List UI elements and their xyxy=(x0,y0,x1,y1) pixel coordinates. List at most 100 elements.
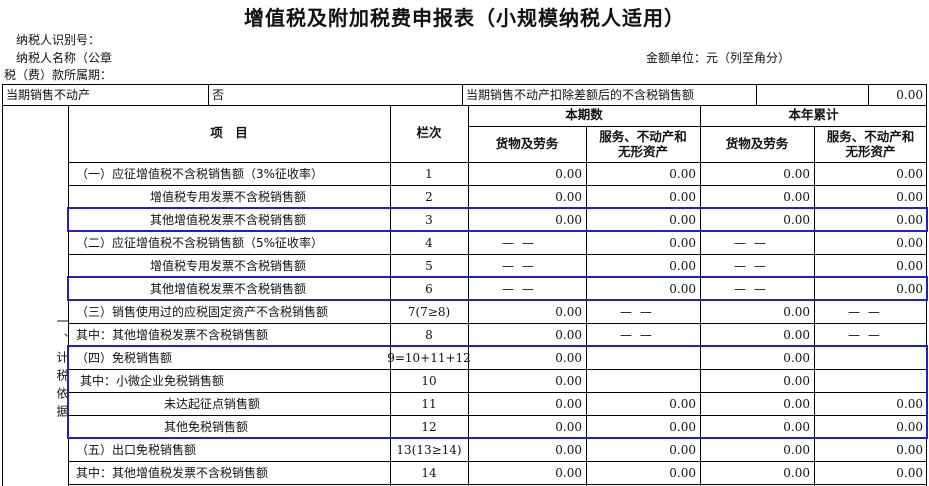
row-value-c1[interactable]: 0.00 xyxy=(468,162,586,185)
row-value-c2[interactable] xyxy=(586,369,700,392)
row-value-c3[interactable]: 0.00 xyxy=(700,185,814,208)
row-value-c2[interactable]: 0.00 xyxy=(586,277,700,300)
grid-line xyxy=(68,369,927,370)
row-value-c2[interactable]: 0.00 xyxy=(586,392,700,415)
row-label: 未达起征点销售额 xyxy=(164,396,261,411)
row-value-c3[interactable]: 0.00 xyxy=(700,461,814,484)
row-value-c1[interactable]: 0.00 xyxy=(468,438,586,461)
header-ytd: 本年累计 xyxy=(788,107,839,123)
grid-line xyxy=(468,126,927,127)
row-label: 其中：其他增值税发票不含税销售额 xyxy=(76,327,269,342)
grid-line xyxy=(2,84,3,486)
grid-line xyxy=(68,392,927,393)
row-value-c4[interactable]: 0.00 xyxy=(814,162,927,185)
row-value-c1[interactable]: 0.00 xyxy=(468,323,586,346)
row-value-c3[interactable]: 0.00 xyxy=(700,346,814,369)
row-value-c3[interactable]: 0.00 xyxy=(700,415,814,438)
row-value-c2: — — xyxy=(620,304,654,319)
row-value-c1[interactable]: 0.00 xyxy=(468,300,586,323)
grid-line xyxy=(68,300,927,301)
grid-line xyxy=(68,461,927,462)
row-value-c4[interactable]: 0.00 xyxy=(814,392,927,415)
row-value-c4[interactable]: 0.00 xyxy=(814,208,927,231)
grid-line xyxy=(814,126,815,486)
row-col-number: 8 xyxy=(425,327,433,342)
taxpayer-name-label: 纳税人名称（公章 xyxy=(16,51,113,65)
row-value-c2[interactable]: 0.00 xyxy=(586,461,700,484)
row-col-number: 14 xyxy=(421,465,437,480)
row-label: 其中：小微企业免税销售额 xyxy=(80,373,225,388)
row-value-c4[interactable]: 0.00 xyxy=(814,461,927,484)
row-label: （一）应征增值税不含税销售额（3%征收率） xyxy=(76,166,324,181)
row-value-c1[interactable]: 0.00 xyxy=(468,461,586,484)
row-col-number: 2 xyxy=(425,189,433,204)
row-value-c4[interactable]: 0.00 xyxy=(814,277,927,300)
row-col-number: 13(13≥14) xyxy=(396,442,462,457)
row-value-c4: — — xyxy=(848,304,882,319)
grid-line xyxy=(68,415,927,416)
grid-line xyxy=(926,84,927,486)
grid-line xyxy=(462,84,463,105)
realestate-value[interactable]: 否 xyxy=(208,85,462,105)
row-value-c2[interactable]: 0.00 xyxy=(586,438,700,461)
row-value-c3[interactable]: 0.00 xyxy=(700,300,814,323)
row-value-c4[interactable]: 0.00 xyxy=(814,415,927,438)
header-services-line1: 服务、不动产和 xyxy=(599,129,687,144)
row-value-c1[interactable]: 0.00 xyxy=(468,392,586,415)
row-value-c3[interactable]: 0.00 xyxy=(700,162,814,185)
row-value-c1[interactable]: 0.00 xyxy=(468,185,586,208)
grid-line xyxy=(586,126,587,486)
row-value-c1[interactable]: 0.00 xyxy=(468,415,586,438)
row-value-c3[interactable]: 0.00 xyxy=(700,369,814,392)
row-value-c1: — — xyxy=(502,235,536,250)
row-value-c2[interactable]: 0.00 xyxy=(586,208,700,231)
grid-line xyxy=(68,185,927,186)
header-services-ytd: 服务、不动产和 无形资产 xyxy=(814,126,927,162)
row-value-c2[interactable]: 0.00 xyxy=(586,231,700,254)
row-value-c3[interactable]: 0.00 xyxy=(700,438,814,461)
row-value-c2[interactable]: 0.00 xyxy=(586,415,700,438)
row-value-c1[interactable]: 0.00 xyxy=(468,369,586,392)
row-value-c4[interactable] xyxy=(814,346,927,369)
grid-line xyxy=(208,84,209,105)
row-label: （四）免税销售额 xyxy=(76,350,173,365)
grid-line xyxy=(390,105,391,486)
row-col-number: 6 xyxy=(425,281,433,296)
row-col-number: 11 xyxy=(421,396,437,411)
row-value-c1[interactable]: 0.00 xyxy=(468,346,586,369)
realestate-deduct-label: 当期销售不动产扣除差额后的不含税销售额 xyxy=(466,88,695,102)
row-col-number: 9=10+11+12 xyxy=(387,350,471,365)
row-value-c3[interactable]: 0.00 xyxy=(700,323,814,346)
row-label: 其他免税销售额 xyxy=(164,419,249,434)
row-value-c2[interactable]: 0.00 xyxy=(586,185,700,208)
grid-line xyxy=(68,323,927,324)
grid-line xyxy=(68,346,927,347)
row-value-c3: — — xyxy=(734,235,768,250)
row-value-c4[interactable]: 0.00 xyxy=(814,231,927,254)
row-value-c3[interactable]: 0.00 xyxy=(700,208,814,231)
grid-line xyxy=(68,254,927,255)
header-services-line2: 无形资产 xyxy=(617,144,668,159)
row-value-c3[interactable]: 0.00 xyxy=(700,392,814,415)
row-value-c4[interactable]: 0.00 xyxy=(814,185,927,208)
grid-line xyxy=(868,84,869,105)
grid-line xyxy=(68,277,927,278)
grid-line xyxy=(68,438,927,439)
row-label: 增值税专用发票不含税销售额 xyxy=(150,258,307,273)
realestate-label: 当期销售不动产 xyxy=(6,88,91,102)
row-value-c4[interactable]: 0.00 xyxy=(814,438,927,461)
row-value-c4[interactable] xyxy=(814,369,927,392)
header-services-line1: 服务、不动产和 xyxy=(826,129,915,144)
header-goods-current: 货物及劳务 xyxy=(495,135,559,151)
row-col-number: 12 xyxy=(421,419,437,434)
realestate-deduct-value[interactable]: 0.00 xyxy=(868,85,927,105)
unit-label: 金额单位：元（列至角分） xyxy=(646,51,791,65)
row-value-c2[interactable] xyxy=(586,346,700,369)
period-label: 税（费）款所属期： xyxy=(4,68,113,82)
row-value-c2[interactable]: 0.00 xyxy=(586,162,700,185)
grid-line xyxy=(68,208,927,209)
row-value-c2[interactable]: 0.00 xyxy=(586,254,700,277)
row-value-c4[interactable]: 0.00 xyxy=(814,254,927,277)
row-col-number: 3 xyxy=(425,212,433,227)
row-value-c1[interactable]: 0.00 xyxy=(468,208,586,231)
